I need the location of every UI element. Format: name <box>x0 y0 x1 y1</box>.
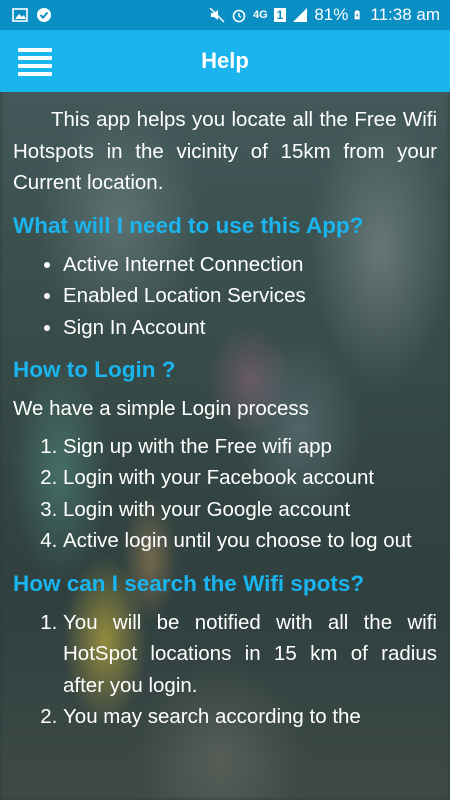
search-steps-list: You will be notified with all the wifi H… <box>13 607 437 733</box>
signal-icon <box>293 8 308 22</box>
list-item: You will be notified with all the wifi H… <box>63 607 437 702</box>
clock: 11:38 am <box>370 5 440 24</box>
list-item: You may search according to the <box>63 701 437 733</box>
list-item: Active login until you choose to log out <box>63 525 437 557</box>
check-icon <box>37 8 51 22</box>
page-title: Help <box>201 48 249 73</box>
section-heading: How can I search the Wifi spots? <box>13 570 365 596</box>
list-item: Login with your Facebook account <box>63 462 437 494</box>
list-item: Sign up with the Free wifi app <box>63 431 437 463</box>
list-item: Enabled Location Services <box>63 280 437 312</box>
status-bar: 4G 1 81% 11:38 am <box>0 0 450 30</box>
battery-charging-icon <box>355 10 360 20</box>
hamburger-menu-icon[interactable] <box>18 48 52 76</box>
section-heading: How to Login ? <box>13 357 176 382</box>
gallery-icon <box>12 8 28 22</box>
intro-text: This app helps you locate all the Free W… <box>13 108 437 194</box>
battery-percent: 81% <box>314 5 349 24</box>
section-text: We have a simple Login process <box>13 397 309 420</box>
mute-icon <box>209 7 225 23</box>
requirements-list: Active Internet Connection Enabled Locat… <box>13 249 437 344</box>
section-heading: What will I need to use this App? <box>13 212 364 238</box>
login-steps-list: Sign up with the Free wifi app Login wit… <box>13 431 437 557</box>
list-item: Sign In Account <box>63 312 437 344</box>
list-item: Login with your Google account <box>63 494 437 526</box>
app-bar: Help <box>0 30 450 92</box>
sim-indicator: 1 <box>273 8 287 22</box>
help-content[interactable]: This app helps you locate all the Free W… <box>0 92 450 800</box>
alarm-icon <box>232 9 246 23</box>
network-type: 4G <box>252 9 268 21</box>
list-item: Active Internet Connection <box>63 249 437 281</box>
